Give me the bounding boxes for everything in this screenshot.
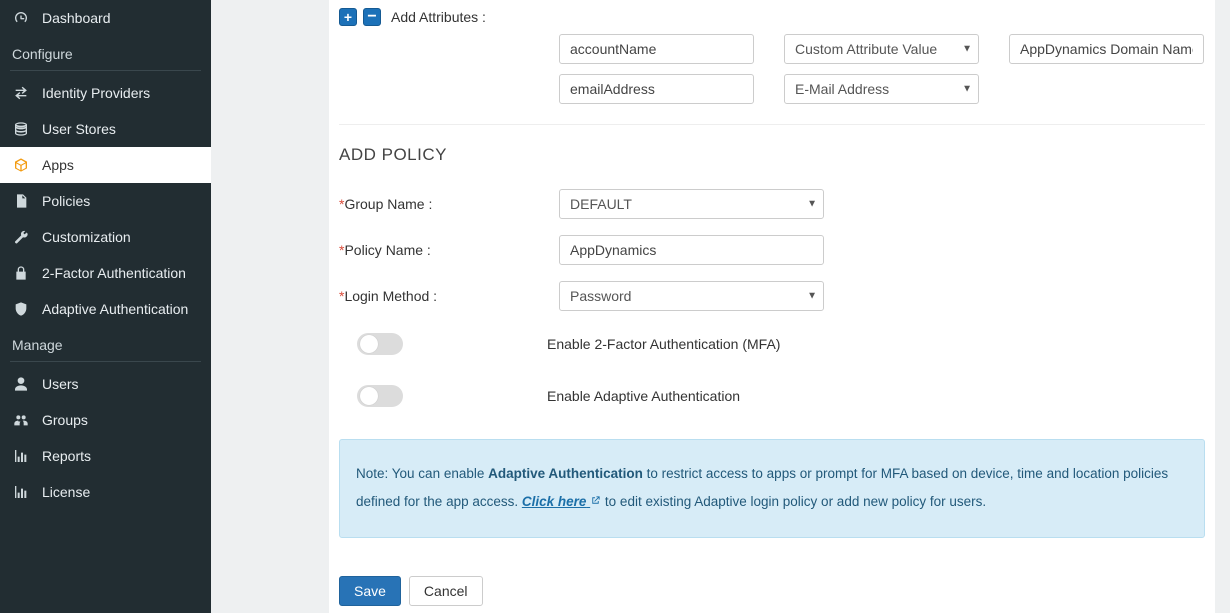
sidebar-item-2fa[interactable]: 2-Factor Authentication <box>0 255 211 291</box>
policy-name-input[interactable] <box>559 235 824 265</box>
external-link-icon <box>590 488 601 499</box>
chevron-down-icon: ▼ <box>807 199 817 210</box>
sidebar-item-customization[interactable]: Customization <box>0 219 211 255</box>
mfa-toggle-row: Enable 2-Factor Authentication (MFA) <box>329 319 1215 363</box>
sidebar-item-label: Apps <box>42 157 74 173</box>
chart-icon <box>12 448 30 464</box>
login-method-row: *Login Method : Password ▼ <box>329 273 1215 319</box>
swap-icon <box>12 85 30 101</box>
attribute-name-input[interactable] <box>559 74 754 104</box>
sidebar-item-label: Reports <box>42 448 91 464</box>
adaptive-toggle[interactable] <box>357 385 403 407</box>
attribute-type-select[interactable]: E-Mail Address ▼ <box>784 74 979 104</box>
group-name-label: *Group Name : <box>339 196 559 212</box>
button-row: Save Cancel <box>329 548 1215 613</box>
sidebar-item-adaptive-auth[interactable]: Adaptive Authentication <box>0 291 211 327</box>
divider <box>339 124 1205 125</box>
sidebar-item-label: Adaptive Authentication <box>42 301 188 317</box>
sidebar-item-label: User Stores <box>42 121 116 137</box>
sidebar-item-label: Identity Providers <box>42 85 150 101</box>
chevron-down-icon: ▼ <box>962 84 972 95</box>
chevron-down-icon: ▼ <box>962 44 972 55</box>
sidebar-item-label: Dashboard <box>42 10 111 26</box>
sidebar-item-dashboard[interactable]: Dashboard <box>0 0 211 36</box>
sidebar-item-identity-providers[interactable]: Identity Providers <box>0 75 211 111</box>
attribute-row: E-Mail Address ▼ <box>329 70 1215 110</box>
sidebar-item-label: 2-Factor Authentication <box>42 265 186 281</box>
note-text: Note: You can enable <box>356 466 488 481</box>
save-button[interactable]: Save <box>339 576 401 606</box>
gauge-icon <box>12 10 30 26</box>
sidebar-item-groups[interactable]: Groups <box>0 402 211 438</box>
section-heading: ADD POLICY <box>329 135 1215 181</box>
note-text: to edit existing Adaptive login policy o… <box>601 494 986 509</box>
users-icon <box>12 412 30 428</box>
db-icon <box>12 121 30 137</box>
attributes-header: + − Add Attributes : <box>329 0 1215 30</box>
sidebar-item-license[interactable]: License <box>0 474 211 510</box>
user-icon <box>12 376 30 392</box>
sidebar-item-apps[interactable]: Apps <box>0 147 211 183</box>
sidebar-item-label: Policies <box>42 193 90 209</box>
mfa-toggle[interactable] <box>357 333 403 355</box>
cube-icon <box>12 157 30 173</box>
chart-icon <box>12 484 30 500</box>
remove-attribute-button[interactable]: − <box>363 8 381 26</box>
sidebar-header-configure: Configure <box>10 36 201 71</box>
note-bold: Adaptive Authentication <box>488 466 643 481</box>
sidebar-item-user-stores[interactable]: User Stores <box>0 111 211 147</box>
adaptive-toggle-row: Enable Adaptive Authentication <box>329 363 1215 415</box>
attribute-type-select[interactable]: Custom Attribute Value ▼ <box>784 34 979 64</box>
policy-name-label: *Policy Name : <box>339 242 559 258</box>
group-name-select[interactable]: DEFAULT ▼ <box>559 189 824 219</box>
doc-icon <box>12 193 30 209</box>
form-panel: + − Add Attributes : Custom Attribute Va… <box>329 0 1215 613</box>
cancel-button[interactable]: Cancel <box>409 576 483 606</box>
attributes-title: Add Attributes : <box>391 9 486 25</box>
sidebar-item-label: Groups <box>42 412 88 428</box>
sidebar-item-users[interactable]: Users <box>0 366 211 402</box>
login-method-label: *Login Method : <box>339 288 559 304</box>
select-value: E-Mail Address <box>795 81 889 97</box>
select-value: Password <box>570 288 631 304</box>
group-name-row: *Group Name : DEFAULT ▼ <box>329 181 1215 227</box>
select-value: Custom Attribute Value <box>795 41 937 57</box>
mfa-toggle-label: Enable 2-Factor Authentication (MFA) <box>547 336 780 352</box>
sidebar-item-label: Customization <box>42 229 131 245</box>
attribute-row: Custom Attribute Value ▼ <box>329 30 1215 70</box>
note-link[interactable]: Click here <box>522 494 601 509</box>
sidebar-item-reports[interactable]: Reports <box>0 438 211 474</box>
select-value: DEFAULT <box>570 196 632 212</box>
shield-icon <box>12 301 30 317</box>
adaptive-toggle-label: Enable Adaptive Authentication <box>547 388 740 404</box>
chevron-down-icon: ▼ <box>807 291 817 302</box>
main-area: + − Add Attributes : Custom Attribute Va… <box>211 0 1230 613</box>
sidebar-header-manage: Manage <box>10 327 201 362</box>
wrench-icon <box>12 229 30 245</box>
add-attribute-button[interactable]: + <box>339 8 357 26</box>
lock-icon <box>12 265 30 281</box>
sidebar-item-label: License <box>42 484 90 500</box>
attribute-domain-input[interactable] <box>1009 34 1204 64</box>
attribute-name-input[interactable] <box>559 34 754 64</box>
policy-name-row: *Policy Name : <box>329 227 1215 273</box>
sidebar-item-label: Users <box>42 376 79 392</box>
info-note: Note: You can enable Adaptive Authentica… <box>339 439 1205 538</box>
sidebar: Dashboard Configure Identity Providers U… <box>0 0 211 613</box>
login-method-select[interactable]: Password ▼ <box>559 281 824 311</box>
sidebar-item-policies[interactable]: Policies <box>0 183 211 219</box>
